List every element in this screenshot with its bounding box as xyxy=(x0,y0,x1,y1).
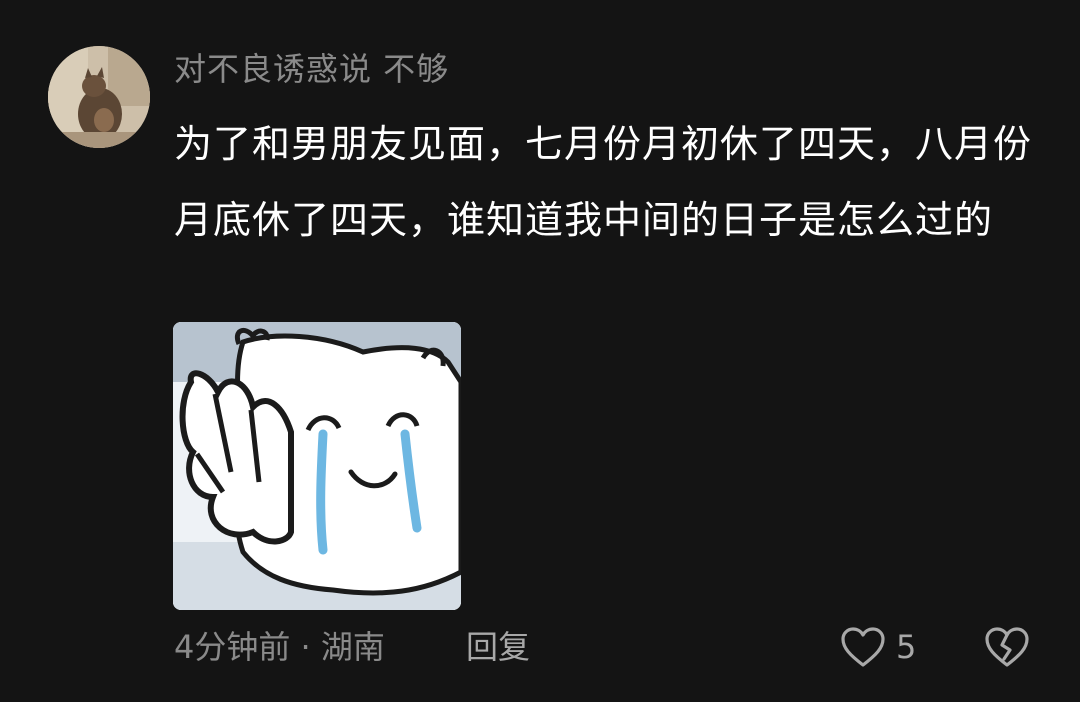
like-button[interactable]: 5 xyxy=(840,622,916,672)
like-count: 5 xyxy=(896,628,917,666)
meta-separator: · xyxy=(290,628,321,666)
comment-username[interactable]: 对不良诱惑说 不够 xyxy=(174,46,449,92)
avatar-image xyxy=(48,46,150,148)
dislike-button[interactable] xyxy=(984,622,1030,672)
crying-cartoon-sticker xyxy=(173,322,461,610)
comment-text: 为了和男朋友见面，七月份月初休了四天，八月份月底休了四天，谁知道我中间的日子是怎… xyxy=(174,122,1033,242)
comment-location: 湖南 xyxy=(320,628,385,666)
comment-sticker-image[interactable] xyxy=(173,322,461,610)
heart-outline-icon xyxy=(841,627,885,667)
avatar[interactable] xyxy=(48,46,150,148)
comment-time: 4分钟前 xyxy=(174,628,291,666)
comment-meta: 4分钟前 · 湖南 xyxy=(174,622,385,672)
reply-button[interactable]: 回复 xyxy=(466,622,530,672)
broken-heart-icon xyxy=(985,627,1029,667)
comment-footer: 4分钟前 · 湖南 回复 5 xyxy=(174,622,1054,672)
